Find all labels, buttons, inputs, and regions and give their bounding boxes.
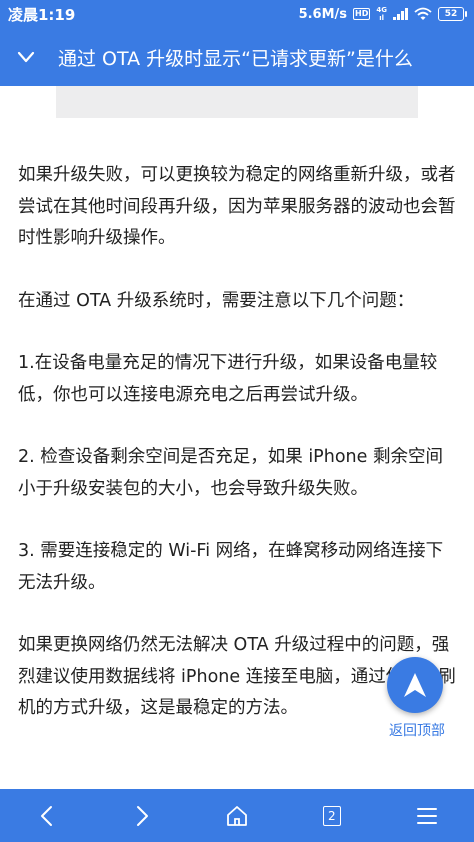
menu-icon [416, 807, 437, 824]
wifi-icon [414, 7, 432, 20]
navigation-arrow-icon [404, 673, 426, 697]
image-placeholder [56, 86, 418, 118]
article-paragraph: 2. 检查设备剩余空间是否充足，如果 iPhone 剩余空间小于升级安装包的大小… [18, 447, 443, 499]
nav-tabs-button[interactable]: 2 [312, 796, 352, 836]
bottom-nav-bar: 2 [0, 789, 474, 842]
battery-icon: 52 [438, 7, 467, 21]
status-time: 凌晨1:19 [8, 5, 76, 24]
article-body: 如果升级失败，可以更换较为稳定的网络重新升级，或者尝试在其他时间段再升级，因为苹… [18, 160, 458, 756]
article-paragraph: 1.在设备电量充足的情况下进行升级，如果设备电量较低，你也可以连接电源充电之后再… [18, 353, 438, 405]
network-speed: 5.6M/s [298, 6, 348, 22]
hd-badge: HD [353, 8, 371, 20]
home-icon [227, 805, 247, 826]
back-arrow-icon[interactable] [14, 45, 38, 69]
page-title: 通过 OTA 升级时显示“已请求更新”是什么 [58, 47, 413, 70]
back-to-top-button[interactable] [387, 657, 443, 713]
nav-back-button[interactable] [27, 796, 67, 836]
nav-menu-button[interactable] [407, 796, 447, 836]
network-type: 4G ıl [376, 6, 387, 22]
signal-icon [393, 8, 408, 20]
chevron-left-icon [41, 805, 53, 826]
article-paragraph: 如果升级失败，可以更换较为稳定的网络重新升级，或者尝试在其他时间段再升级，因为苹… [18, 165, 456, 248]
nav-home-button[interactable] [217, 796, 257, 836]
chevron-right-icon [137, 805, 149, 826]
status-indicators: 5.6M/s HD 4G ıl 52 [298, 6, 467, 22]
title-bar: 通过 OTA 升级时显示“已请求更新”是什么 [0, 28, 474, 86]
status-bar: 凌晨1:19 5.6M/s HD 4G ıl 52 [0, 0, 474, 28]
article-paragraph: 3. 需要连接稳定的 Wi-Fi 网络，在蜂窝移动网络连接下无法升级。 [18, 541, 444, 593]
tab-count-icon: 2 [322, 805, 341, 826]
nav-forward-button[interactable] [122, 796, 162, 836]
back-to-top-label[interactable]: 返回顶部 [382, 720, 452, 740]
article-paragraph: 在通过 OTA 升级系统时，需要注意以下几个问题： [18, 290, 415, 311]
